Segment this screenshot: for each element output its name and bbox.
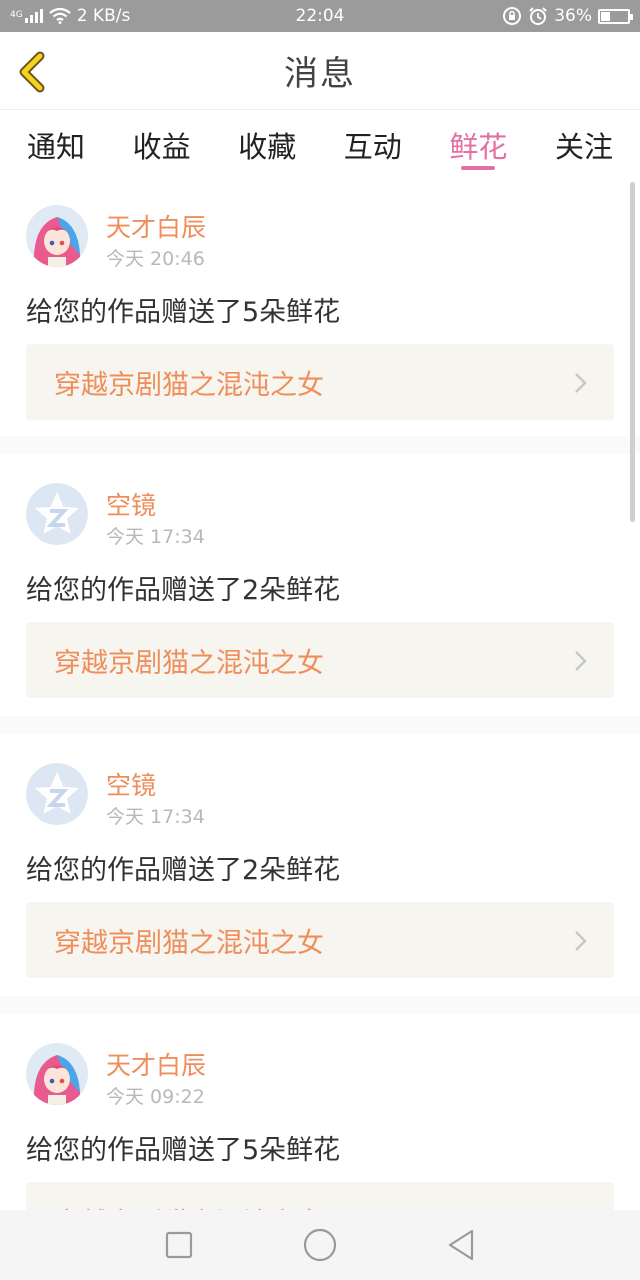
battery-icon [598,8,633,24]
recent-apps-icon[interactable] [165,1231,193,1259]
wifi-icon [49,8,71,24]
home-icon[interactable] [303,1228,337,1262]
username[interactable]: 空镜 [106,486,156,522]
chevron-right-icon [575,373,587,393]
tab-interactions[interactable]: 互动 [344,110,402,176]
tab-label: 通知 [27,130,86,164]
work-link[interactable]: 穿越京剧猫之混沌之女 [26,902,614,978]
message-text: 给您的作品赠送了5朵鲜花 [26,297,341,328]
page-title: 消息 [284,54,356,94]
signal-icon: 4G [10,9,43,23]
work-title: 穿越京剧猫之混沌之女 [54,927,324,959]
chevron-right-icon [575,931,587,951]
network-speed: 2 KB/s [76,6,131,26]
status-bar: 4G 2 KB/s 22:04 36% [0,0,640,32]
tab-bar: 通知 收益 收藏 互动 鲜花 关注 [0,110,640,176]
work-link[interactable]: 穿越京剧猫之混沌之女 [26,622,614,698]
message-text: 给您的作品赠送了2朵鲜花 [26,575,341,606]
username[interactable]: 天才白辰 [106,208,206,244]
back-icon[interactable] [447,1229,475,1261]
chevron-right-icon [575,651,587,671]
alarm-icon [529,7,547,25]
tab-label: 关注 [554,130,613,164]
timestamp: 今天 17:34 [106,526,205,548]
tab-earnings[interactable]: 收益 [133,110,191,176]
timestamp: 今天 17:34 [106,806,205,828]
network-type: 4G [10,10,23,20]
message-list[interactable]: 天才白辰 今天 20:46 给您的作品赠送了5朵鲜花 穿越京剧猫之混沌之女 空镜… [0,176,640,1210]
tab-label: 收藏 [238,130,297,164]
tab-following[interactable]: 关注 [555,110,613,176]
work-title: 穿越京剧猫之混沌之女 [54,369,324,401]
tab-label: 互动 [343,130,402,164]
chevron-left-icon[interactable] [14,50,54,94]
battery-percent: 36% [554,6,592,26]
work-title: 穿越京剧猫之混沌之女 [54,1201,324,1211]
message-text: 给您的作品赠送了5朵鲜花 [26,1135,341,1166]
message-text: 给您的作品赠送了2朵鲜花 [26,855,341,886]
timestamp: 今天 20:46 [106,248,205,270]
clock: 22:04 [295,6,345,26]
scrollbar[interactable] [630,182,635,522]
avatar[interactable] [26,1043,88,1105]
username[interactable]: 天才白辰 [106,1046,206,1082]
work-title: 穿越京剧猫之混沌之女 [54,647,324,679]
list-item: 空镜 今天 17:34 给您的作品赠送了2朵鲜花 穿越京剧猫之混沌之女 [0,734,640,996]
work-link[interactable]: 穿越京剧猫之混沌之女 [26,1182,614,1210]
avatar[interactable] [26,763,88,825]
tab-flowers[interactable]: 鲜花 [449,110,507,176]
tab-label: 收益 [132,130,191,164]
header: 消息 [0,32,640,110]
avatar[interactable] [26,483,88,545]
system-nav-bar [0,1210,640,1280]
list-item: 天才白辰 今天 20:46 给您的作品赠送了5朵鲜花 穿越京剧猫之混沌之女 [0,176,640,436]
rotation-lock-icon [503,7,522,25]
list-item: 空镜 今天 17:34 给您的作品赠送了2朵鲜花 穿越京剧猫之混沌之女 [0,454,640,716]
tab-notifications[interactable]: 通知 [27,110,85,176]
timestamp: 今天 09:22 [106,1086,205,1108]
username[interactable]: 空镜 [106,766,156,802]
tab-label: 鲜花 [449,130,508,164]
active-tab-indicator [461,166,496,170]
avatar[interactable] [26,205,88,267]
tab-favorites[interactable]: 收藏 [238,110,296,176]
work-link[interactable]: 穿越京剧猫之混沌之女 [26,344,614,420]
list-item: 天才白辰 今天 09:22 给您的作品赠送了5朵鲜花 穿越京剧猫之混沌之女 [0,1014,640,1210]
